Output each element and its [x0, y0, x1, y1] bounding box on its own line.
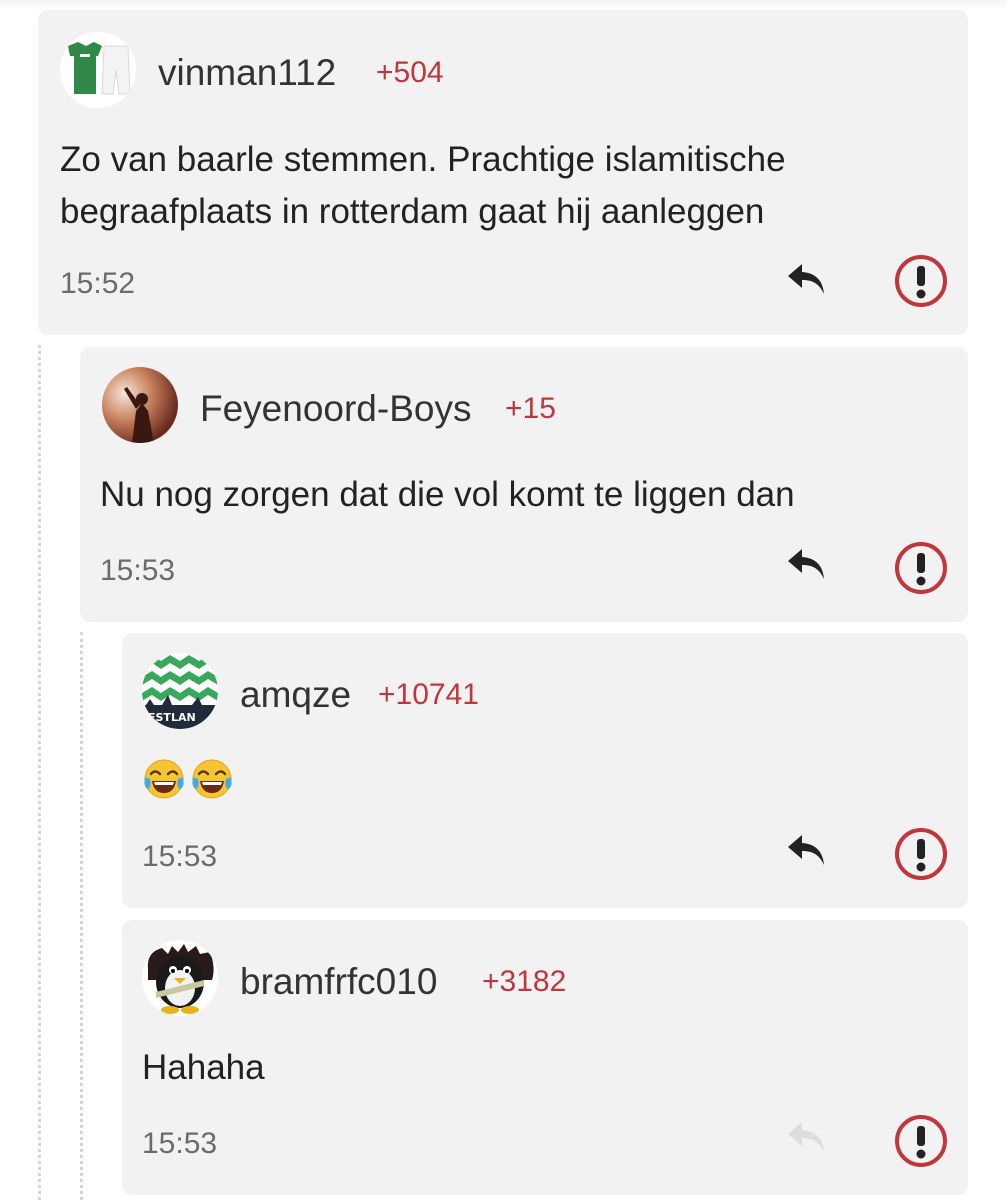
comment-text-line: Hahaha — [142, 1048, 265, 1087]
face-with-tears-of-joy-icon — [144, 759, 184, 799]
timestamp: 15:53 — [100, 554, 176, 587]
report-exclamation-icon — [895, 255, 947, 307]
report-exclamation-icon — [895, 1115, 947, 1167]
avatar[interactable]: ESTLAN — [142, 653, 218, 729]
report-exclamation-icon — [895, 828, 947, 880]
emoji-row — [142, 757, 234, 801]
comment-text-line: begraafplaats in rotterdam gaat hij aanl… — [60, 192, 765, 231]
penguin-avatar-icon — [142, 940, 218, 1016]
flare-photo-avatar-icon — [102, 367, 178, 443]
reply-arrow-icon — [788, 835, 824, 865]
comment-text-line: Nu nog zorgen dat die vol komt te liggen… — [100, 475, 795, 514]
report-button[interactable] — [894, 827, 948, 881]
green-kit-avatar-icon — [60, 32, 136, 108]
reply-arrow-icon — [788, 549, 824, 579]
score-badge: +3182 — [482, 965, 567, 998]
thread-line — [38, 345, 41, 1200]
thread-line — [80, 632, 83, 1200]
top-edge — [0, 0, 1007, 10]
green-chevron-avatar-icon: ESTLAN — [142, 653, 218, 729]
reply-button[interactable] — [786, 260, 830, 300]
comment-card: bramfrfc010 +3182 Hahaha 15:53 — [122, 920, 968, 1195]
svg-text:ESTLAN: ESTLAN — [148, 711, 196, 724]
score-badge: +10741 — [378, 678, 479, 711]
reply-arrow-icon — [788, 264, 824, 294]
reply-arrow-icon — [788, 1122, 824, 1152]
avatar[interactable] — [102, 367, 178, 443]
timestamp: 15:52 — [60, 267, 136, 300]
report-button[interactable] — [894, 254, 948, 308]
report-button[interactable] — [894, 541, 948, 595]
comment-card: vinman112 +504 Zo van baarle stemmen. Pr… — [38, 10, 968, 335]
reply-button[interactable] — [786, 831, 830, 871]
score-badge: +15 — [505, 392, 556, 425]
avatar[interactable] — [142, 940, 218, 1016]
comment-text-line: Zo van baarle stemmen. Prachtige islamit… — [60, 140, 786, 179]
report-exclamation-icon — [895, 542, 947, 594]
username[interactable]: bramfrfc010 — [240, 962, 437, 1002]
avatar[interactable] — [60, 32, 136, 108]
username[interactable]: vinman112 — [158, 53, 336, 93]
timestamp: 15:53 — [142, 1127, 218, 1160]
score-badge: +504 — [376, 56, 444, 89]
face-with-tears-of-joy-icon — [192, 759, 232, 799]
username[interactable]: amqze — [240, 675, 351, 715]
report-button[interactable] — [894, 1114, 948, 1168]
comment-card: ESTLAN amqze +10741 15:53 — [122, 633, 968, 908]
reply-button[interactable] — [786, 1118, 830, 1158]
username[interactable]: Feyenoord-Boys — [200, 389, 471, 429]
reply-button[interactable] — [786, 545, 830, 585]
comment-card: Feyenoord-Boys +15 Nu nog zorgen dat die… — [80, 347, 968, 622]
timestamp: 15:53 — [142, 840, 218, 873]
